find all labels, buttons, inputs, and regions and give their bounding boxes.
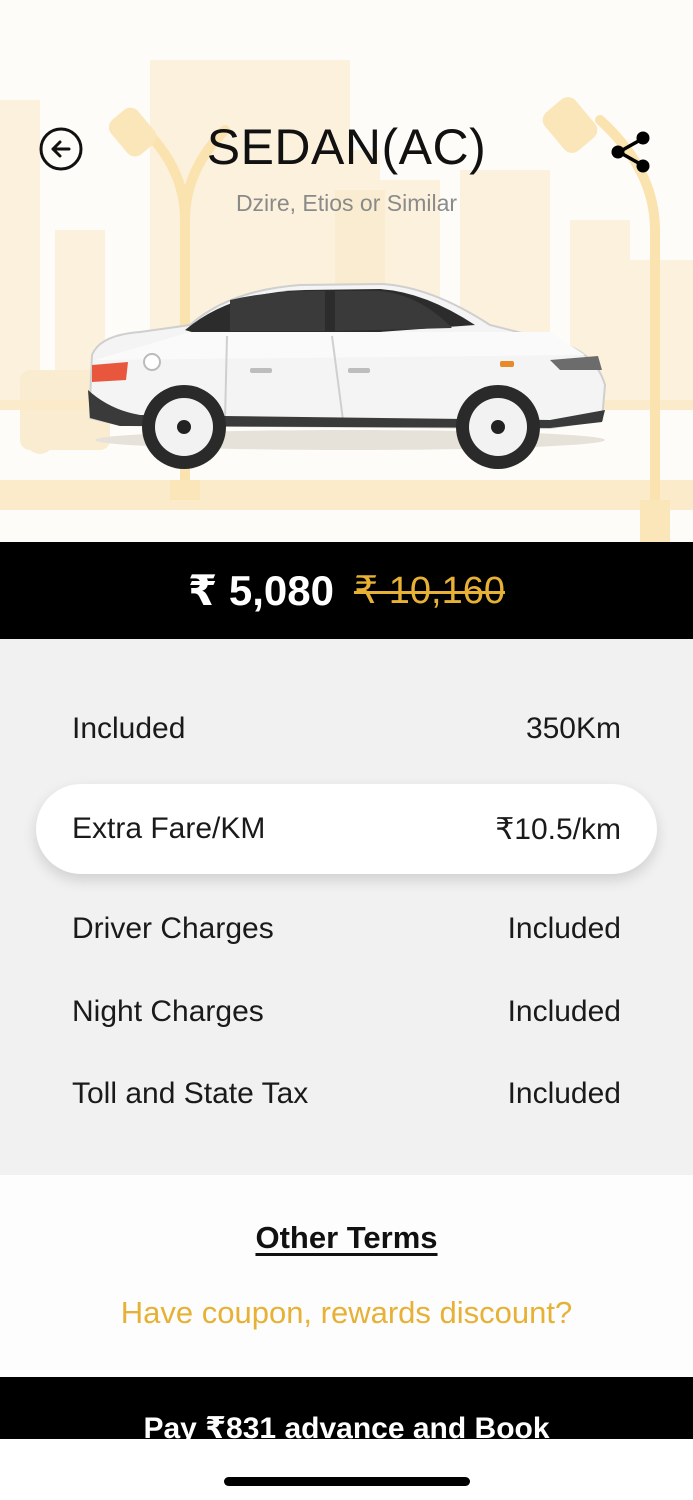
- fare-row-label: Extra Fare/KM: [72, 812, 266, 845]
- fare-row-driver-charges: Driver Charges Included: [36, 884, 657, 974]
- fare-row-label: Toll and State Tax: [72, 1077, 309, 1110]
- car-models-subtitle: Dzire, Etios or Similar: [235, 190, 458, 216]
- fare-row-value: Included: [507, 995, 621, 1028]
- original-price: ₹ 10,160: [354, 570, 505, 612]
- page-title: SEDAN(AC): [206, 119, 487, 175]
- fare-row-value: 350Km: [525, 712, 621, 745]
- fare-row-label: Night Charges: [72, 995, 264, 1028]
- fare-row-extra-fare[interactable]: Extra Fare/KM ₹10.5/km: [36, 784, 657, 874]
- fare-row-value: Included: [507, 912, 621, 945]
- book-button[interactable]: Pay ₹831 advance and Book: [0, 1377, 693, 1439]
- fare-details-panel: Included 350Km Extra Fare/KM ₹10.5/km Dr…: [0, 639, 693, 1175]
- fare-row-label: Included: [72, 712, 186, 745]
- book-button-label: Pay ₹831 advance and Book: [143, 1412, 550, 1439]
- share-icon: [611, 131, 650, 173]
- fare-row-night-charges: Night Charges Included: [36, 967, 657, 1057]
- fare-row-included: Included 350Km: [36, 684, 657, 774]
- hero-banner: SEDAN(AC) Dzire, Etios or Similar: [0, 0, 693, 542]
- home-indicator-area: [0, 1439, 693, 1500]
- price-bar: ₹ 5,080 ₹ 10,160: [0, 542, 693, 639]
- home-indicator[interactable]: [224, 1477, 470, 1486]
- fare-row-toll-tax: Toll and State Tax Included: [36, 1049, 657, 1139]
- fare-row-value: ₹10.5/km: [495, 812, 621, 846]
- share-button[interactable]: [605, 126, 657, 178]
- sedan-car-image: [88, 282, 607, 469]
- discounted-price: ₹ 5,080: [188, 567, 335, 614]
- fare-row-label: Driver Charges: [72, 912, 274, 945]
- other-terms-link[interactable]: Other Terms: [0, 1220, 693, 1256]
- coupon-link[interactable]: Have coupon, rewards discount?: [0, 1295, 693, 1331]
- fare-row-value: Included: [507, 1077, 621, 1110]
